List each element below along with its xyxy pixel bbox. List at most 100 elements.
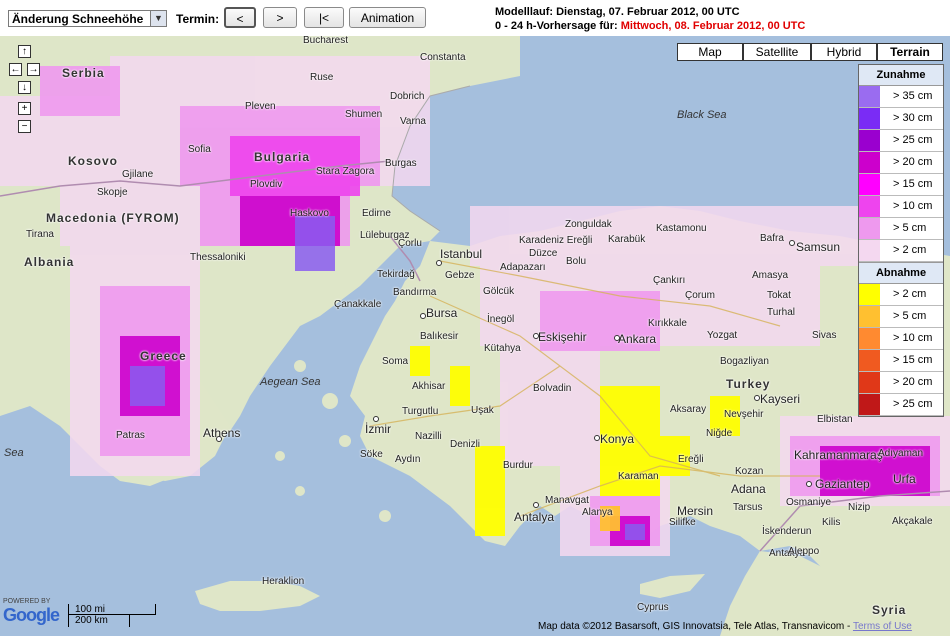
city-marker	[533, 502, 539, 508]
legend-row: > 20 cm	[859, 152, 943, 174]
map-canvas[interactable]: Black Sea Aegean Sea Sea Serbia Kosovo B…	[0, 36, 950, 636]
city-label: Kahramanmaraş	[794, 448, 883, 462]
city-label: Çorum	[685, 290, 716, 301]
city-label: Skopje	[97, 187, 128, 198]
first-step-button[interactable]: |<	[304, 7, 344, 28]
city-label: Osmaniye	[786, 497, 832, 508]
city-label: Aydın	[395, 454, 421, 465]
city-marker	[436, 260, 442, 266]
legend-row: > 5 cm	[859, 218, 943, 240]
city-label: Bolvadin	[533, 383, 572, 394]
city-label: Gebze	[445, 270, 475, 281]
cyprus-island	[640, 574, 705, 598]
legend-row: > 5 cm	[859, 306, 943, 328]
city-label: Bursa	[426, 306, 458, 320]
maptype-map-button[interactable]: Map	[677, 43, 743, 61]
city-label: Tokat	[767, 290, 791, 301]
maptype-satellite-button[interactable]: Satellite	[743, 43, 811, 61]
city-label: Denizli	[450, 439, 481, 450]
country-serbia: Serbia	[62, 66, 105, 80]
legend-swatch	[859, 328, 880, 349]
prev-step-button[interactable]: <	[224, 7, 256, 28]
city-label: Urfa	[893, 472, 916, 486]
terms-of-use-link[interactable]: Terms of Use	[853, 621, 912, 632]
city-label: Çanakkale	[334, 299, 382, 310]
city-label: Tarsus	[733, 502, 763, 513]
city-label: Elbistan	[817, 414, 853, 425]
city-label: Mersin	[677, 504, 714, 518]
google-logo-text: Google	[3, 605, 60, 625]
city-label: Gölcük	[483, 286, 515, 297]
city-label: Patras	[116, 430, 145, 441]
legend-swatch	[859, 306, 880, 327]
legend-label: > 20 cm	[893, 156, 933, 168]
city-label: Kastamonu	[656, 223, 707, 234]
city-label: Alanya	[582, 507, 613, 518]
city-label: Sivas	[812, 330, 837, 341]
city-label: Niğde	[706, 428, 733, 439]
pan-left-button[interactable]: ←	[9, 63, 22, 76]
legend-abnahme-title: Abnahme	[859, 262, 943, 284]
legend-row: > 2 cm	[859, 240, 943, 262]
maptype-terrain-button[interactable]: Terrain	[877, 43, 943, 61]
city-label: Bafra	[760, 233, 784, 244]
city-label: Düzce	[529, 248, 558, 259]
city-label: Heraklion	[262, 576, 305, 587]
pan-down-button[interactable]: ↓	[18, 81, 31, 94]
legend-label: > 15 cm	[893, 354, 933, 366]
city-label: Tekirdağ	[377, 269, 415, 280]
zoom-out-button[interactable]: −	[18, 120, 31, 133]
legend-row: > 2 cm	[859, 284, 943, 306]
snow-legend: Zunahme > 35 cm > 30 cm > 25 cm > 20 cm > 15…	[858, 64, 944, 417]
city-label: Stara Zagora	[316, 166, 375, 177]
city-label: Akhisar	[412, 381, 446, 392]
legend-label: > 2 cm	[893, 244, 927, 256]
city-label: Edirne	[362, 208, 391, 219]
legend-swatch	[859, 284, 880, 305]
legend-label: > 10 cm	[893, 200, 933, 212]
city-marker	[614, 335, 620, 341]
city-label: Nevşehir	[724, 409, 764, 420]
city-marker	[373, 416, 379, 422]
city-label: Zonguldak	[565, 219, 612, 230]
maptype-hybrid-button[interactable]: Hybrid	[811, 43, 877, 61]
city-marker	[594, 435, 600, 441]
pan-up-button[interactable]: ↑	[18, 45, 31, 58]
city-label: Kayseri	[760, 392, 801, 406]
legend-row: > 20 cm	[859, 372, 943, 394]
city-label: Ruse	[310, 72, 334, 83]
city-label: Plovdiv	[250, 179, 283, 190]
legend-swatch	[859, 174, 880, 195]
animation-button[interactable]: Animation	[349, 7, 426, 28]
google-logo[interactable]: POWERED BY Google	[3, 598, 60, 626]
city-marker	[216, 436, 222, 442]
legend-label: > 20 cm	[893, 376, 933, 388]
toolbar: Änderung Schneehöhe ▼ Termin: < > |< Ani…	[0, 0, 950, 36]
city-label: Nazilli	[415, 431, 442, 442]
pan-right-button[interactable]: →	[27, 63, 40, 76]
country-syria: Syria	[872, 603, 907, 617]
variable-select[interactable]: Änderung Schneehöhe ▼	[8, 10, 167, 27]
zoom-in-button[interactable]: +	[18, 102, 31, 115]
legend-row: > 35 cm	[859, 86, 943, 108]
legend-label: > 35 cm	[893, 90, 933, 102]
legend-swatch	[859, 152, 880, 173]
city-label: Ankara	[618, 332, 657, 346]
legend-swatch	[859, 240, 880, 261]
chevron-down-icon[interactable]: ▼	[150, 11, 166, 26]
city-label: Aksaray	[670, 404, 707, 415]
city-label: Karabük	[608, 234, 646, 245]
scale-km: 200 km	[68, 615, 130, 627]
country-greece: Greece	[140, 349, 187, 363]
legend-zunahme-title: Zunahme	[859, 65, 943, 86]
city-label: Manavgat	[545, 495, 589, 506]
legend-row: > 30 cm	[859, 108, 943, 130]
city-label: Çankırı	[653, 275, 686, 286]
legend-label: > 25 cm	[893, 398, 933, 410]
city-label: Tirana	[26, 229, 54, 240]
attribution-text: Map data ©2012 Basarsoft, GIS Innovatsia…	[538, 621, 851, 632]
city-label: Adapazarı	[500, 262, 546, 273]
city-label: Akçakale	[892, 516, 933, 527]
next-step-button[interactable]: >	[263, 7, 297, 28]
legend-label: > 15 cm	[893, 178, 933, 190]
